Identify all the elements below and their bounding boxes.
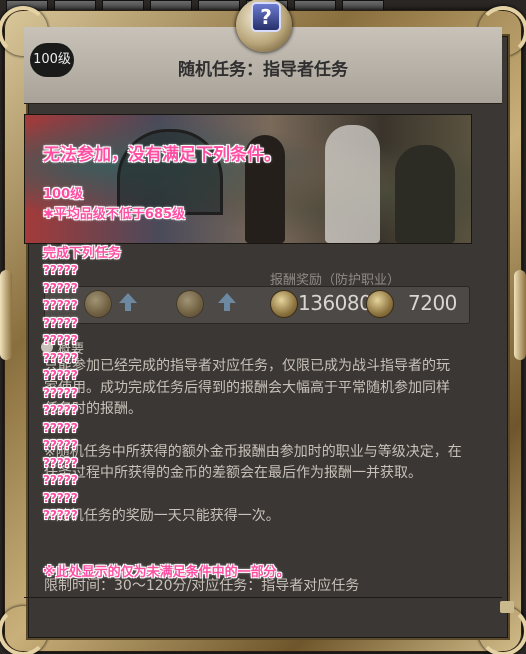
condition-quests-header: 完成下列任务	[43, 246, 122, 261]
arrow-up-icon	[119, 293, 137, 303]
frame-side-ornament	[0, 270, 12, 360]
condition-item-level: ✱平均品级不低于685级	[43, 207, 186, 222]
unmet-quest-item: ?????	[43, 438, 78, 452]
arrow-up-icon-stem	[125, 303, 131, 311]
unmet-quest-item: ?????	[43, 403, 78, 417]
exp-icon	[270, 290, 298, 318]
gil-coin-icon	[176, 290, 204, 318]
bottom-divider	[24, 597, 502, 598]
description-paragraph: ※随机任务中所获得的额外金币报酬由参加时的职业与等级决定，在任务过程中所获得的金…	[44, 443, 462, 482]
unmet-quest-item: ?????	[43, 473, 78, 487]
banner-figure	[325, 125, 380, 243]
description-paragraph: ※随机任务的奖励一天只能获得一次。	[44, 507, 280, 524]
arrow-up-icon-stem	[224, 303, 230, 311]
unmet-quest-item: ?????	[43, 508, 78, 522]
unmet-quest-item: ?????	[43, 385, 78, 400]
unmet-conditions-heading: 无法参加，没有满足下列条件。	[43, 145, 281, 165]
description-paragraph: 只能参加已经完成的指导者对应任务，仅限已成为战斗指导者的玩家使用。成功完成任务后…	[44, 358, 450, 417]
page-title: 随机任务：指导者任务	[178, 60, 348, 80]
condition-level: 100级	[43, 187, 84, 202]
gil-coin-icon	[366, 290, 394, 318]
reward-exp-value: 136080	[298, 291, 372, 315]
duty-banner-image	[24, 114, 472, 244]
duty-type-medallion: ?	[236, 0, 292, 52]
unmet-quest-list: ????? ????? ????? ????? ????? ????? ????…	[43, 262, 78, 525]
duty-info-window: ? 100级 随机任务：指导者任务 报酬奖励（防护职业） 136080 7200…	[0, 0, 526, 654]
unmet-quest-item: ?????	[43, 490, 78, 505]
unmet-quest-item: ?????	[43, 368, 78, 382]
exp-icon	[84, 290, 112, 318]
unmet-quest-item: ?????	[43, 333, 78, 347]
frame-side-ornament	[514, 270, 526, 360]
unmet-quest-item: ?????	[43, 280, 78, 295]
unmet-quest-item: ?????	[43, 350, 78, 365]
scroll-handle[interactable]	[500, 601, 514, 613]
reward-gil-value: 7200	[408, 291, 457, 315]
duty-description: 只能参加已经完成的指导者对应任务，仅限已成为战斗指导者的玩家使用。成功完成任务后…	[44, 356, 462, 548]
unmet-quest-item: ?????	[43, 455, 78, 470]
unmet-quest-item: ?????	[43, 315, 78, 330]
title-divider	[24, 103, 502, 104]
banner-figure	[395, 145, 455, 243]
unmet-quest-item: ?????	[43, 420, 78, 435]
question-mark-icon: ?	[251, 2, 281, 32]
ornate-frame	[0, 6, 526, 654]
arrow-up-icon	[218, 293, 236, 303]
unmet-quest-item: ?????	[43, 298, 78, 312]
unmet-quest-item: ?????	[43, 263, 78, 277]
partial-conditions-note: ※此处显示的仅为未满足条件中的一部分。	[43, 565, 290, 580]
